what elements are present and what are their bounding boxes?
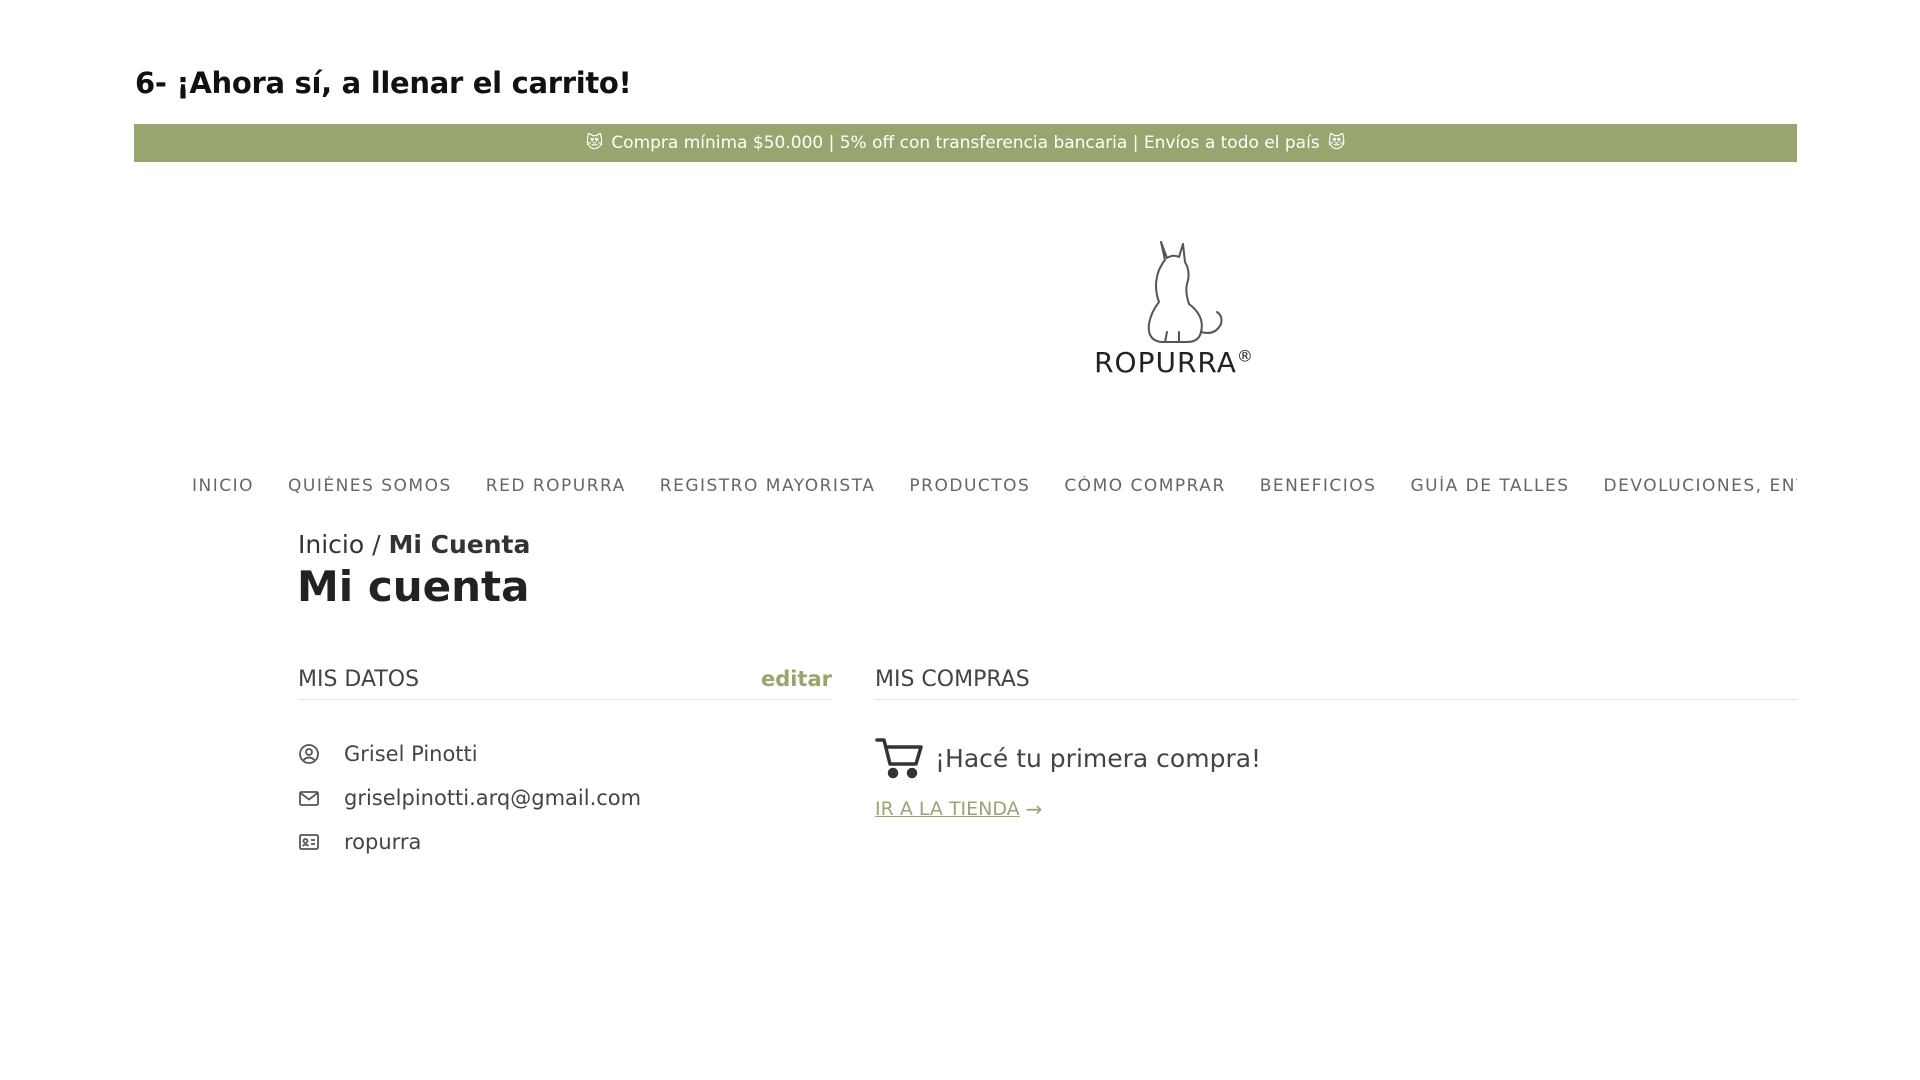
main-nav: INICIO QUIÉNES SOMOS RED ROPURRA REGISTR… xyxy=(192,476,1797,506)
username: ropurra xyxy=(344,830,422,854)
promo-bar: 😻 Compra mínima $50.000 | 5% off con tra… xyxy=(134,124,1797,162)
mis-compras-heading: MIS COMPRAS xyxy=(875,666,1030,692)
nav-item-beneficios[interactable]: BENEFICIOS xyxy=(1260,476,1377,506)
mail-icon xyxy=(298,787,320,809)
mis-datos-header: MIS DATOS editar xyxy=(298,659,832,700)
go-to-store-link[interactable]: IR A LA TIENDA xyxy=(875,798,1020,820)
cat-emoji-icon: 😻 xyxy=(585,133,604,153)
breadcrumb: Inicio / Mi Cuenta xyxy=(298,530,530,559)
user-name: Grisel Pinotti xyxy=(344,742,478,766)
empty-orders-message: ¡Hacé tu primera compra! xyxy=(875,736,1261,780)
breadcrumb-current: Mi Cuenta xyxy=(388,530,531,559)
mis-compras-header: MIS COMPRAS xyxy=(875,659,1797,700)
breadcrumb-home[interactable]: Inicio xyxy=(298,530,364,559)
nav-item-inicio[interactable]: INICIO xyxy=(192,476,254,506)
shop-link-row: IR A LA TIENDA → xyxy=(875,797,1042,821)
breadcrumb-separator: / xyxy=(372,530,381,559)
empty-orders-text: ¡Hacé tu primera compra! xyxy=(935,743,1262,773)
nav-item-registro-mayorista[interactable]: REGISTRO MAYORISTA xyxy=(660,476,876,506)
nav-item-productos[interactable]: PRODUCTOS xyxy=(909,476,1030,506)
page-title: Mi cuenta xyxy=(297,562,530,611)
id-card-icon xyxy=(298,831,320,853)
user-circle-icon xyxy=(298,743,320,765)
edit-button[interactable]: editar xyxy=(761,667,832,691)
promo-text: Compra mínima $50.000 | 5% off con trans… xyxy=(611,133,1320,153)
user-email: griselpinotti.arq@gmail.com xyxy=(344,786,642,810)
user-email-row: griselpinotti.arq@gmail.com xyxy=(298,786,641,810)
nav-item-como-comprar[interactable]: CÓMO COMPRAR xyxy=(1064,476,1225,506)
nav-item-red-ropurra[interactable]: RED ROPURRA xyxy=(486,476,626,506)
cart-icon xyxy=(875,736,923,780)
mis-datos-heading: MIS DATOS xyxy=(298,666,420,692)
nav-item-guia-de-talles[interactable]: GUÍA DE TALLES xyxy=(1410,476,1569,506)
arrow-right-icon: → xyxy=(1025,797,1043,821)
logo-text: ROPURRA® xyxy=(1094,346,1254,379)
user-name-row: Grisel Pinotti xyxy=(298,742,478,766)
username-row: ropurra xyxy=(298,830,421,854)
cat-emoji-icon: 😻 xyxy=(1327,133,1346,153)
cat-logo-icon xyxy=(1147,241,1223,343)
nav-item-devoluciones[interactable]: DEVOLUCIONES, ENVÍ( xyxy=(1604,476,1797,506)
store-screenshot: 😻 Compra mínima $50.000 | 5% off con tra… xyxy=(134,124,1797,884)
step-title: 6- ¡Ahora sí, a llenar el carrito! xyxy=(135,66,632,100)
store-logo[interactable]: ROPURRA® xyxy=(1054,224,1294,424)
nav-item-quienes-somos[interactable]: QUIÉNES SOMOS xyxy=(288,476,452,506)
